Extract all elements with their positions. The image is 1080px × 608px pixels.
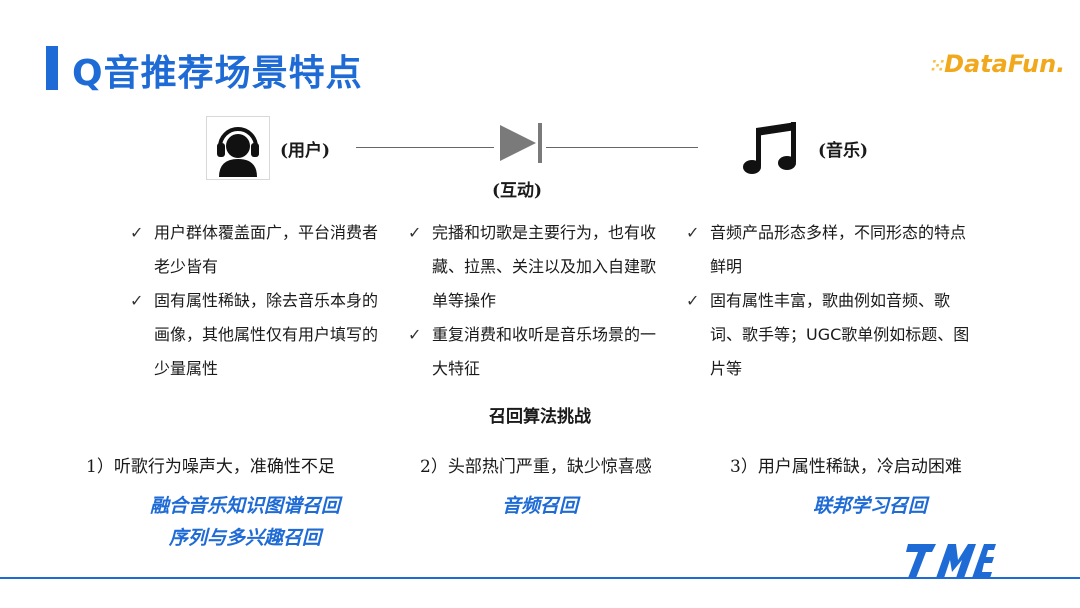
logo-dots-icon: ⁙ (930, 56, 945, 77)
user-features-list: ✓ 用户群体覆盖面广，平台消费者老少皆有 ✓ 固有属性稀缺，除去音乐本身的画像，其他… (130, 216, 390, 386)
interaction-role-label: (互动) (492, 181, 543, 201)
check-icon: ✓ (408, 223, 422, 242)
user-headset-icon (206, 116, 270, 180)
check-icon: ✓ (130, 291, 144, 310)
problem-1: 1）听歌行为噪声大，准确性不足 (86, 457, 335, 477)
check-icon: ✓ (408, 325, 422, 344)
problem-3: 3）用户属性稀缺，冷启动困难 (730, 457, 962, 477)
user-role-label: (用户) (280, 141, 331, 161)
list-item: ✓ 音频产品形态多样，不同形态的特点鲜明 (686, 216, 976, 284)
check-icon: ✓ (130, 223, 144, 242)
problem-2: 2）头部热门严重，缺少惊喜感 (420, 457, 652, 477)
play-pause-icon (496, 121, 550, 165)
list-item: ✓ 用户群体覆盖面广，平台消费者老少皆有 (130, 216, 390, 284)
connector-line-right (546, 147, 698, 148)
solution-3: 联邦学习召回 (812, 495, 927, 517)
music-note-icon (738, 118, 802, 180)
logo-text: DataFun. (944, 50, 1066, 78)
list-item: ✓ 完播和切歌是主要行为，也有收藏、拉黑、关注以及加入自建歌单等操作 (408, 216, 668, 318)
tme-logo-icon (906, 540, 996, 582)
connector-line-left (356, 147, 494, 148)
music-role-label: (音乐) (818, 141, 869, 161)
check-icon: ✓ (686, 223, 700, 242)
solution-2: 音频召回 (501, 495, 578, 517)
music-features-list: ✓ 音频产品形态多样，不同形态的特点鲜明 ✓ 固有属性丰富，歌曲例如音频、歌词、歌手… (686, 216, 976, 386)
solution-1: 融合音乐知识图谱召回 序列与多兴趣召回 (110, 490, 380, 554)
datafun-logo: ⁙DataFun. (930, 50, 1065, 78)
bottom-divider (0, 577, 1080, 579)
list-item: ✓ 重复消费和收听是音乐场景的一大特征 (408, 318, 668, 386)
challenge-heading: 召回算法挑战 (489, 407, 591, 427)
list-item: ✓ 固有属性稀缺，除去音乐本身的画像，其他属性仅有用户填写的少量属性 (130, 284, 390, 386)
page-title: Q音推荐场景特点 (72, 53, 363, 94)
check-icon: ✓ (686, 291, 700, 310)
solution-1-line-1: 融合音乐知识图谱召回 (149, 495, 340, 517)
list-item: ✓ 固有属性丰富，歌曲例如音频、歌词、歌手等；UGC歌单例如标题、图片等 (686, 284, 976, 386)
title-accent-bar (46, 46, 58, 90)
interaction-features-list: ✓ 完播和切歌是主要行为，也有收藏、拉黑、关注以及加入自建歌单等操作 ✓ 重复消费和… (408, 216, 668, 386)
solution-1-line-2: 序列与多兴趣召回 (168, 527, 321, 549)
